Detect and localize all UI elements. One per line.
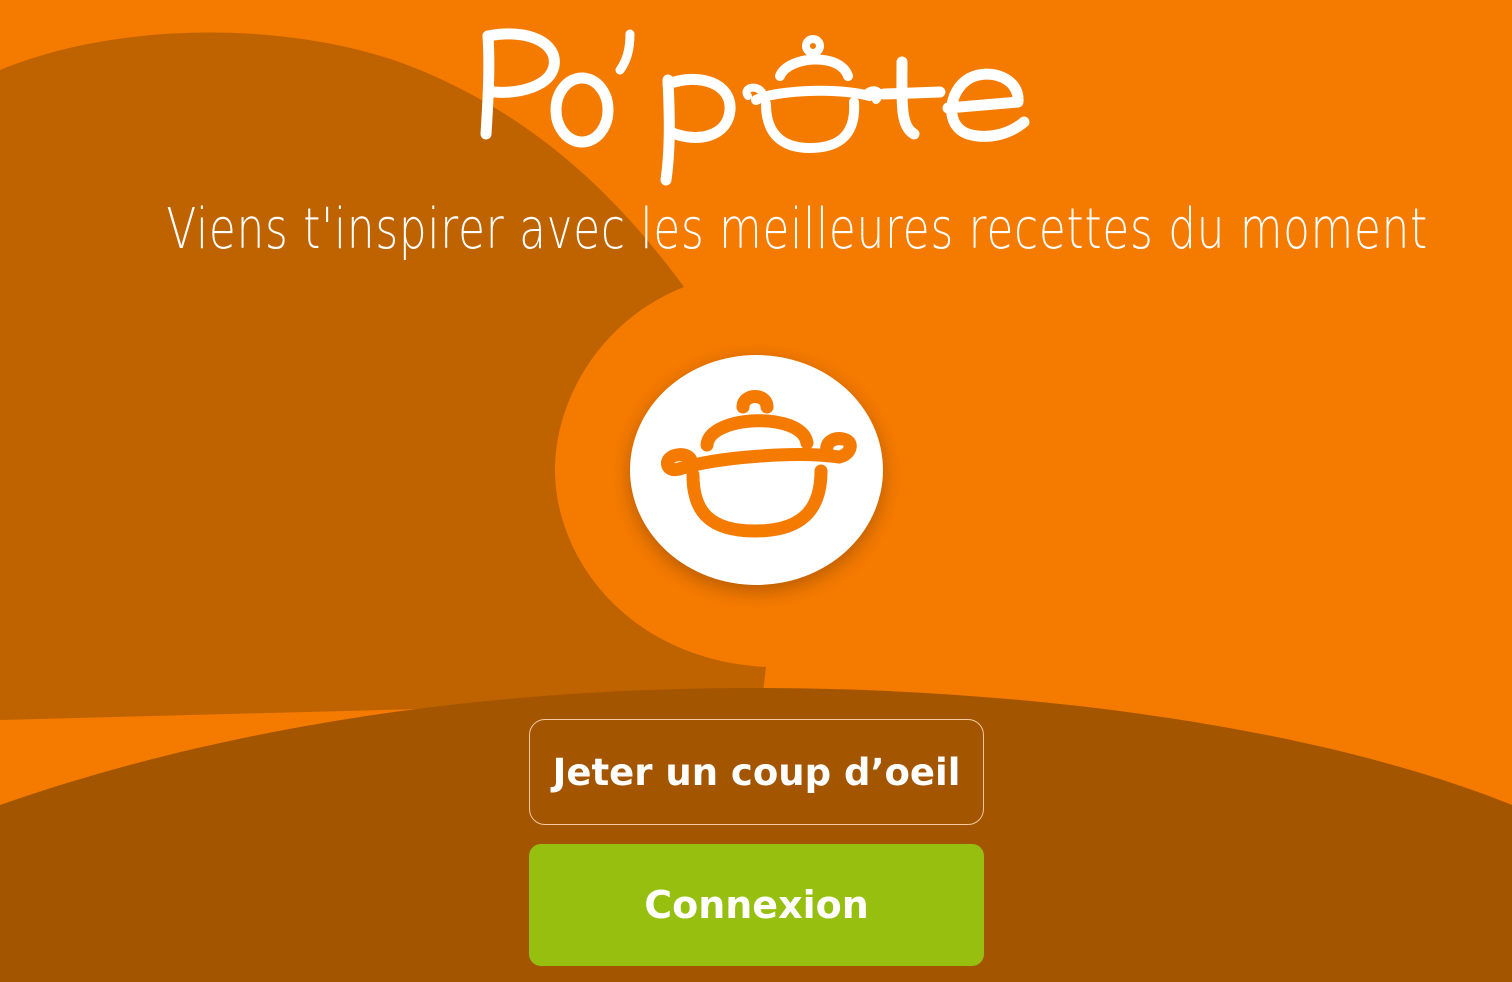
tagline: Viens t'inspirer avec les meilleures rec… <box>166 197 1429 262</box>
pot-badge <box>630 355 883 585</box>
browse-button[interactable]: Jeter un coup d’oeil <box>529 719 984 825</box>
popote-logo <box>480 28 1030 186</box>
browse-button-label: Jeter un coup d’oeil <box>552 750 961 794</box>
cooking-pot-icon <box>660 390 857 538</box>
login-button-label: Connexion <box>644 883 869 927</box>
login-button[interactable]: Connexion <box>529 844 984 966</box>
